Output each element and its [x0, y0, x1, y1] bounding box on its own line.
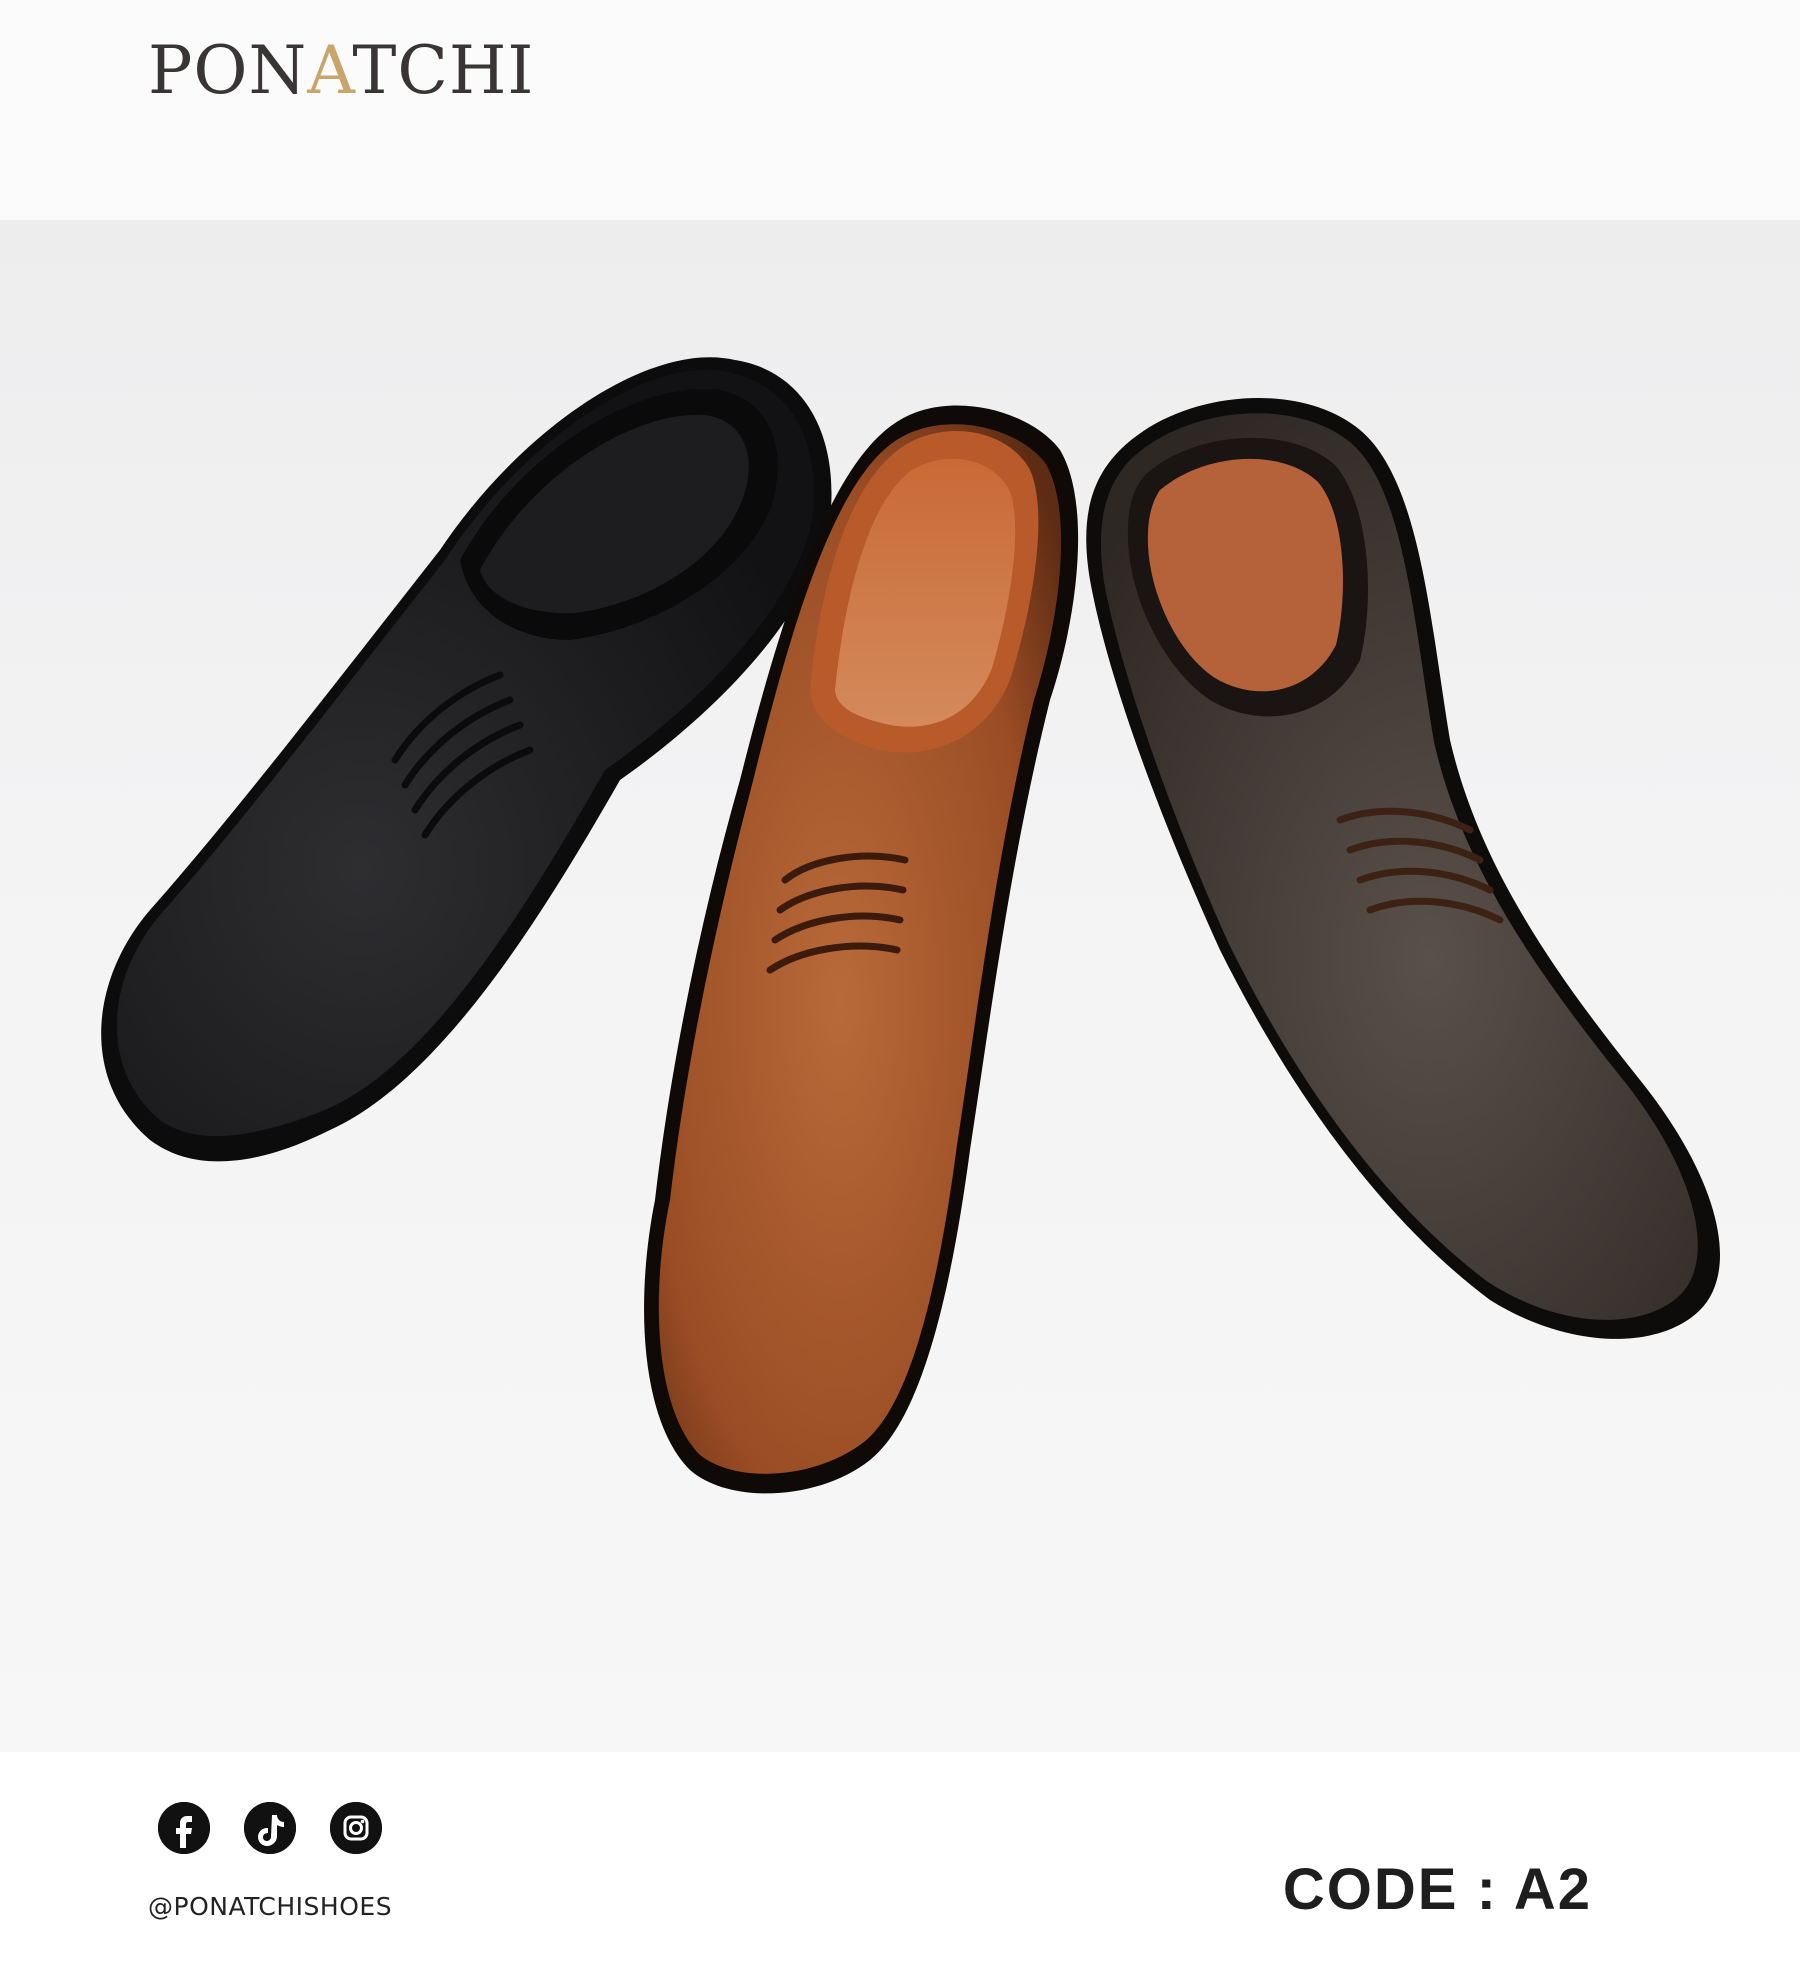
- social-handle: @PONATCHISHOES: [148, 1892, 393, 1921]
- instagram-icon[interactable]: [330, 1802, 382, 1854]
- tiktok-icon[interactable]: [244, 1802, 296, 1854]
- brand-logo: PONATCHI: [148, 32, 535, 109]
- brown-shoe: [1086, 397, 1720, 1339]
- social-links: [158, 1802, 382, 1854]
- logo-text: PONATCHI: [148, 32, 535, 109]
- shoes-illustration: [101, 357, 1720, 1494]
- facebook-icon[interactable]: [158, 1802, 210, 1854]
- footer: @PONATCHISHOES CODE : A2: [0, 1752, 1800, 1980]
- header: PONATCHI: [0, 0, 1800, 220]
- product-photo: [0, 220, 1800, 1752]
- product-code: CODE : A2: [1282, 1857, 1592, 1922]
